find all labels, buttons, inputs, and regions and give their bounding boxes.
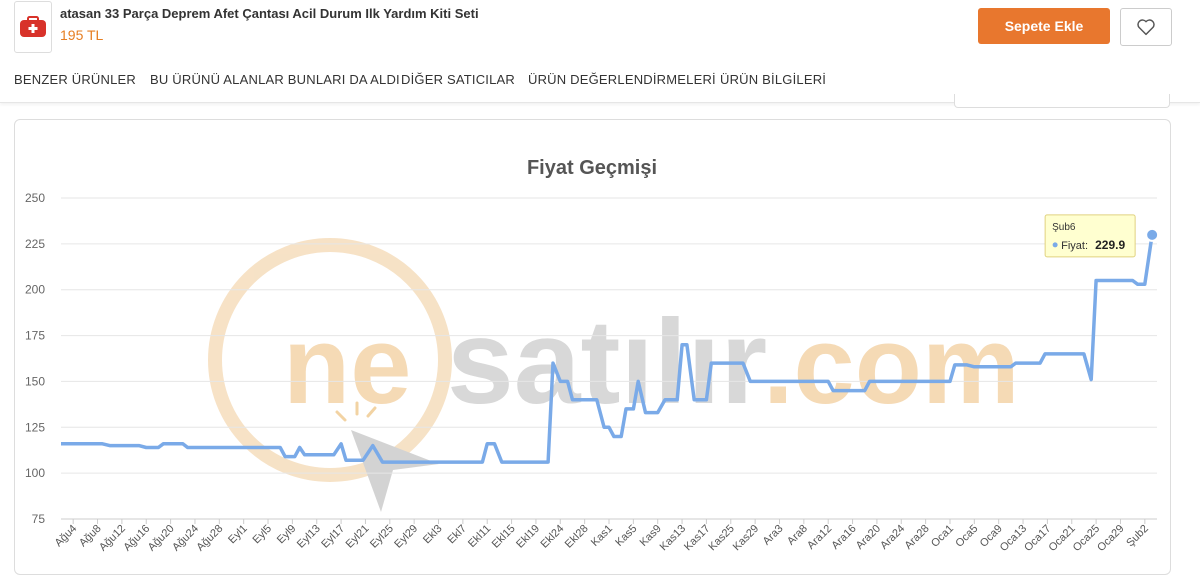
y-tick-label: 225 [25, 237, 45, 251]
first-aid-bag-icon [20, 16, 46, 37]
x-tick-label: Şub2 [1124, 523, 1151, 550]
x-tick-label: Eyl1 [226, 523, 250, 547]
price-history-card: ne satılır .com Fiyat Geçmişi 75 100 125 15… [14, 119, 1171, 575]
x-tick-label: Kas29 [731, 523, 762, 554]
tooltip-value: 229.9 [1095, 238, 1125, 252]
tab-product-info[interactable]: ÜRÜN BİLGİLERİ [720, 72, 826, 87]
x-tick-label: Ağu12 [97, 523, 128, 554]
x-tick-label: Ağu16 [121, 523, 152, 554]
favorite-button[interactable] [1120, 8, 1172, 46]
nesatilir-watermark: ne satılır .com [208, 238, 1020, 512]
chart-title: Fiyat Geçmişi [527, 157, 657, 179]
x-tick-label: Ekl11 [466, 523, 493, 550]
x-tick-label: Eyl17 [319, 523, 347, 551]
y-tick-label: 75 [32, 512, 46, 526]
x-tick-label: Oca29 [1095, 523, 1126, 554]
tooltip-series-label: Fiyat: [1061, 240, 1088, 252]
x-tick-label: Kas5 [613, 523, 639, 549]
x-tick-label: Ekl28 [563, 523, 591, 551]
tooltip-bullet [1052, 242, 1058, 248]
product-thumbnail[interactable] [14, 1, 52, 53]
x-tick-label: Ağu20 [146, 523, 177, 554]
x-tick-label: Ekl19 [514, 523, 542, 551]
tab-reviews[interactable]: ÜRÜN DEĞERLENDİRMELERİ [528, 72, 716, 87]
x-tick-label: Ara24 [878, 523, 907, 552]
x-tick-label: Ara28 [902, 523, 931, 552]
y-tick-label: 200 [25, 283, 45, 297]
last-data-point [1145, 227, 1160, 242]
x-tick-label: Ara3 [761, 523, 786, 548]
x-tick-label: Ağu28 [194, 523, 225, 554]
x-tick-label: Ağu24 [170, 523, 201, 554]
x-tick-label: Eyl13 [295, 523, 323, 551]
tab-similar-products[interactable]: BENZER ÜRÜNLER [14, 72, 136, 87]
add-to-cart-button[interactable]: Sepete Ekle [978, 8, 1110, 44]
x-tick-label: Ekl15 [490, 523, 518, 551]
x-tick-label: Kas1 [589, 523, 615, 549]
x-tick-label: Kas25 [706, 523, 737, 554]
x-tick-label: Eyl5 [251, 523, 275, 547]
y-tick-label: 100 [25, 466, 45, 480]
product-price: 195 TL [60, 27, 104, 43]
product-header-bar: atasan 33 Parça Deprem Afet Çantası Acil… [0, 0, 1200, 59]
y-tick-label: 175 [25, 329, 45, 343]
x-tick-label: Oca5 [953, 523, 980, 550]
tab-other-sellers[interactable]: DİĞER SATICILAR [401, 72, 515, 87]
x-tick-label: Ekl7 [445, 523, 469, 547]
x-tick-label: Eyl25 [368, 523, 396, 551]
x-tick-label: Ekl3 [421, 523, 445, 547]
y-tick-label: 125 [25, 420, 45, 434]
x-tick-label: Ekl24 [538, 523, 566, 551]
x-tick-label: Eyl21 [344, 523, 372, 551]
x-tick-label: Kas17 [682, 523, 713, 554]
x-tick-label: Eyl29 [392, 523, 420, 551]
watermark-ne: ne [283, 304, 411, 427]
y-tick-label: 250 [25, 191, 45, 205]
x-tick-label: Ara20 [854, 523, 883, 552]
x-tick-label: Ağu4 [53, 523, 80, 550]
x-tick-label: Ara16 [829, 523, 858, 552]
x-tick-label: Oca25 [1071, 523, 1102, 554]
x-tick-label: Oca17 [1022, 523, 1053, 554]
x-tick-label: Oca21 [1046, 523, 1077, 554]
price-history-chart: ne satılır .com Fiyat Geçmişi 75 100 125 15… [25, 157, 1160, 554]
y-tick-label: 150 [25, 374, 45, 388]
x-tick-label: Ara12 [805, 523, 834, 552]
x-tick-label: Oca1 [929, 523, 956, 550]
tooltip-date: Şub6 [1052, 222, 1076, 233]
x-tick-label: Oca13 [998, 523, 1029, 554]
product-title[interactable]: atasan 33 Parça Deprem Afet Çantası Acil… [60, 6, 479, 21]
dropdown-edge[interactable] [954, 94, 1170, 108]
tab-also-bought[interactable]: BU ÜRÜNÜ ALANLAR BUNLARI DA ALDI [150, 72, 400, 87]
x-tick-label: Kas13 [658, 523, 689, 554]
heart-icon [1137, 19, 1155, 36]
